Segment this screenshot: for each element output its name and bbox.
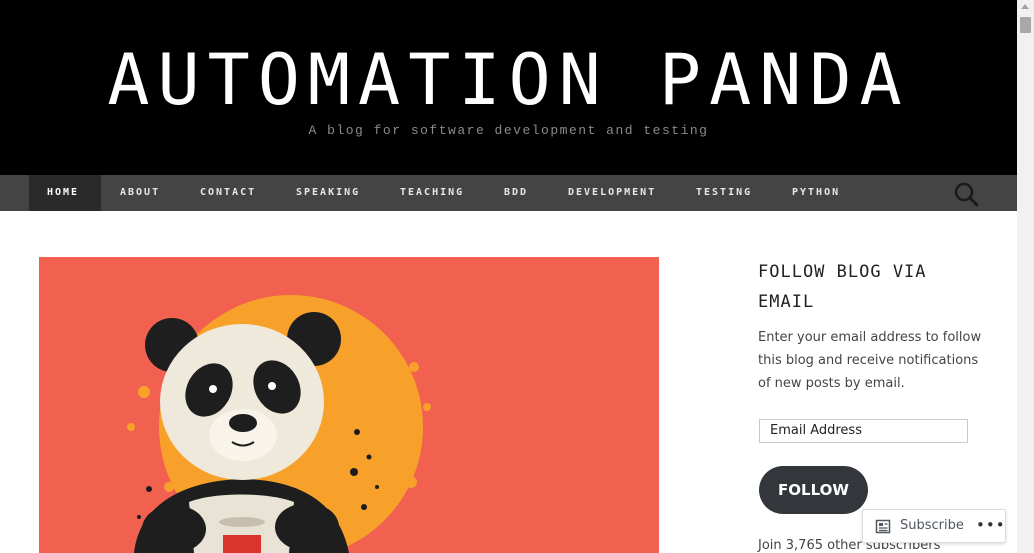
- reader-icon[interactable]: [875, 518, 892, 535]
- widget-title: FOLLOW BLOG VIA EMAIL: [758, 262, 927, 312]
- nav-item-contact[interactable]: CONTACT: [182, 175, 274, 211]
- nav-item-speaking[interactable]: SPEAKING: [278, 175, 378, 211]
- site-header: AUTOMATION PANDA A blog for software dev…: [0, 0, 1017, 175]
- nav-item-home[interactable]: HOME: [29, 175, 101, 211]
- nav-item-python[interactable]: PYTHON: [774, 175, 858, 211]
- nav-item-about[interactable]: ABOUT: [102, 175, 178, 211]
- nav-item-testing[interactable]: TESTING: [678, 175, 770, 211]
- subscribe-button[interactable]: Subscribe: [900, 518, 964, 533]
- featured-image[interactable]: [39, 257, 659, 553]
- site-title[interactable]: AUTOMATION PANDA: [0, 40, 1017, 120]
- email-field[interactable]: Email Address: [759, 419, 968, 443]
- more-options-icon[interactable]: •••: [976, 516, 1006, 534]
- scroll-up-icon[interactable]: [1021, 4, 1029, 9]
- nav-item-bdd[interactable]: BDD: [486, 175, 546, 211]
- widget-description: Enter your email address to follow this …: [758, 330, 982, 391]
- nav-item-teaching[interactable]: TEACHING: [382, 175, 482, 211]
- site-tagline: A blog for software development and test…: [308, 123, 709, 138]
- follow-button[interactable]: FOLLOW: [759, 466, 868, 514]
- nav-item-development[interactable]: DEVELOPMENT: [550, 175, 674, 211]
- main-navigation: HOME ABOUT CONTACT SPEAKING TEACHING BDD…: [0, 175, 1017, 211]
- page-scrollbar[interactable]: [1017, 0, 1034, 553]
- search-icon[interactable]: [953, 181, 979, 207]
- subscribe-bar: Subscribe •••: [862, 509, 1006, 543]
- scroll-thumb[interactable]: [1020, 17, 1031, 33]
